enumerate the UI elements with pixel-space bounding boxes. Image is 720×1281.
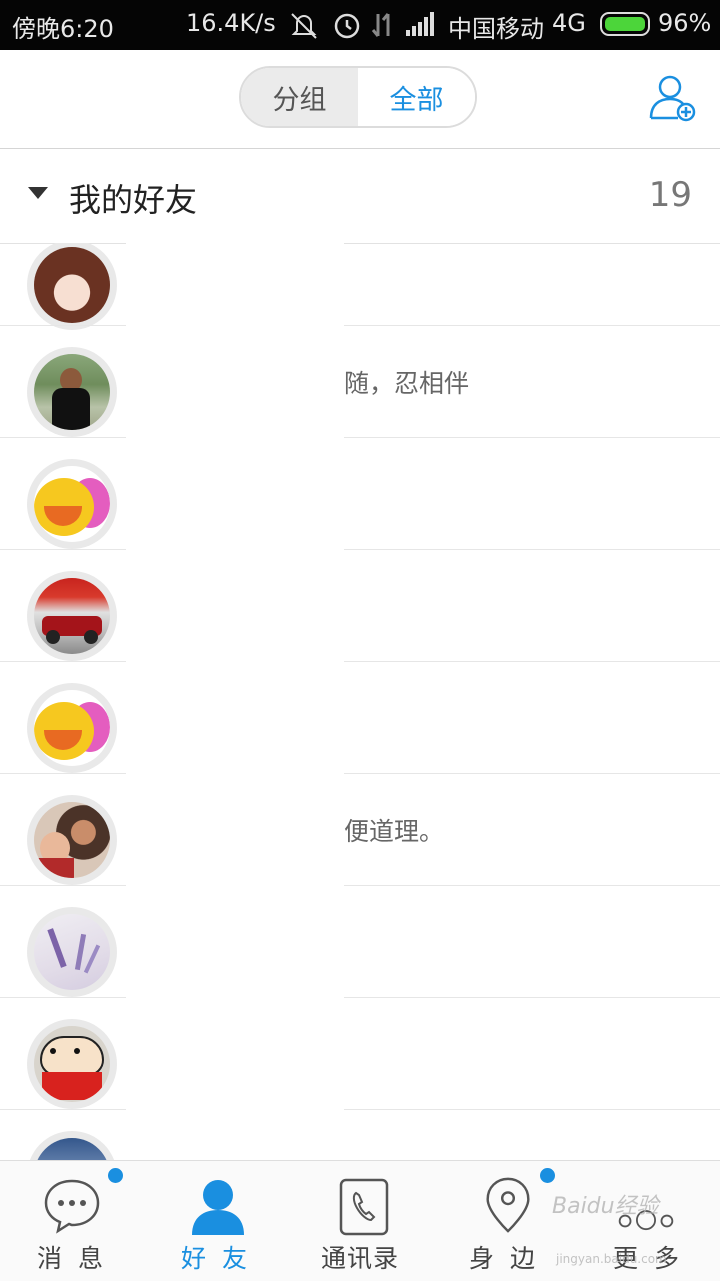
friend-group-header[interactable]: 我的好友 19 [0, 149, 720, 244]
list-item[interactable] [0, 243, 720, 330]
status-network-speed: 16.4K/s [186, 9, 276, 37]
tab-nearby-label: 身 边 [469, 1244, 539, 1273]
phone-icon [339, 1178, 389, 1236]
tab-contacts[interactable]: 通讯录 [288, 1161, 432, 1281]
name-column-blank [126, 243, 344, 1160]
status-carrier: 中国移动 [448, 15, 544, 43]
tab-messages[interactable]: 消 息 [0, 1161, 144, 1281]
status-time: 傍晚6:20 [12, 15, 114, 43]
add-friend-icon[interactable] [648, 72, 696, 122]
unread-badge [108, 1168, 123, 1183]
avatar [27, 1131, 117, 1160]
top-bar: 分组 全部 [0, 50, 720, 149]
tab-group[interactable]: 分组 [241, 68, 358, 126]
list-item[interactable] [0, 1110, 720, 1160]
tab-messages-label: 消 息 [37, 1244, 107, 1273]
avatar [27, 347, 117, 437]
battery-icon [600, 12, 650, 36]
watermark-logo: Baidu经验 [552, 1194, 659, 1219]
avatar [27, 571, 117, 661]
group-title: 我的好友 [69, 181, 198, 219]
list-item[interactable] [0, 998, 720, 1110]
avatar [27, 1019, 117, 1109]
segmented-control: 分组 全部 [239, 66, 477, 128]
expand-arrow-icon [28, 187, 48, 199]
list-item[interactable] [0, 438, 720, 550]
friend-status: 便道理。 [344, 817, 445, 846]
list-item[interactable] [0, 550, 720, 662]
tab-contacts-label: 通讯录 [320, 1244, 399, 1273]
avatar [27, 907, 117, 997]
list-item[interactable] [0, 886, 720, 998]
person-icon [192, 1180, 244, 1235]
signal-icon [406, 12, 434, 36]
nearby-badge [540, 1168, 555, 1183]
status-network-type: 4G [552, 9, 586, 37]
avatar [27, 459, 117, 549]
mute-icon [291, 13, 317, 39]
alarm-icon [334, 13, 360, 39]
list-item[interactable]: 随，忍相伴 [0, 326, 720, 438]
avatar [27, 683, 117, 773]
list-item[interactable] [0, 662, 720, 774]
friend-status: 随，忍相伴 [344, 369, 470, 398]
tab-all[interactable]: 全部 [358, 68, 475, 126]
avatar [27, 243, 117, 330]
avatar [27, 795, 117, 885]
tab-friends-label: 好 友 [181, 1244, 251, 1273]
group-count: 19 [648, 175, 692, 215]
watermark-url: jingyan.baidu.com [556, 1252, 667, 1266]
list-item[interactable]: 便道理。 [0, 774, 720, 886]
data-transfer-icon [371, 13, 390, 37]
tab-nearby[interactable]: 身 边 [432, 1161, 576, 1281]
status-bar: 傍晚6:20 16.4K/s 中国移动 4G 96% [0, 0, 720, 50]
status-battery-percent: 96% [658, 9, 712, 37]
location-pin-icon [486, 1177, 530, 1233]
friend-list: 随，忍相伴 便道理。 [0, 243, 720, 1160]
chat-bubble-icon [44, 1179, 100, 1234]
tab-friends[interactable]: 好 友 [144, 1161, 288, 1281]
